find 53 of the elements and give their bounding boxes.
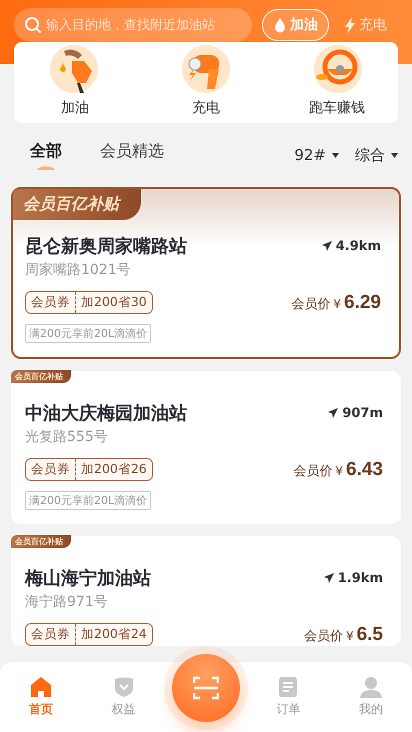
navigation-arrow-icon — [324, 573, 334, 583]
station-address: 周家嘴路1021号 — [25, 261, 132, 279]
shortcut-button[interactable]: 充电 — [151, 45, 261, 117]
coupon-tag: 会员券 加200省26 — [25, 458, 153, 481]
user-icon — [360, 676, 382, 698]
shield-icon — [112, 676, 135, 698]
station-distance: 1.9km — [338, 570, 383, 586]
station-distance: 907m — [342, 406, 383, 420]
shortcut-button[interactable]: 加油 — [20, 45, 130, 117]
station-card[interactable]: 会员百亿补贴 中油大庆梅园加油站 907m 光复路555号 会员券 加200省26 会员价 ¥6.43 满200元享前20L滴滴价 — [11, 371, 401, 524]
station-address: 海宁路971号 — [25, 593, 109, 611]
navigation-arrow-icon — [322, 241, 332, 251]
coupon-tag: 会员券 加200省30 — [25, 291, 153, 314]
coupon-tag: 会员券 加200省24 — [25, 623, 153, 646]
currency-symbol: ¥ — [333, 296, 342, 310]
filter-tab[interactable]: 会员精选 — [100, 140, 164, 170]
order-list-icon — [278, 676, 298, 698]
search-icon — [24, 16, 42, 34]
home-icon — [30, 676, 52, 698]
member-price: 6.29 — [344, 292, 381, 314]
filter-dropdown[interactable]: 综合 — [355, 146, 398, 164]
filter-dropdown[interactable]: 92# — [294, 146, 339, 164]
caret-icon — [332, 152, 339, 158]
fuel-nozzle-icon — [50, 45, 100, 93]
subsidy-badge: 会员百亿补贴 — [11, 370, 71, 383]
station-name: 梅山海宁加油站 — [25, 567, 151, 590]
steering-wheel-icon — [312, 45, 362, 93]
discount-note: 满200元享前20L滴滴价 — [25, 491, 152, 510]
scan-button[interactable] — [172, 654, 240, 722]
navigation-arrow-icon — [328, 408, 338, 418]
shortcut-button[interactable]: 跑车赚钱 — [282, 45, 392, 117]
station-name: 中油大庆梅园加油站 — [25, 402, 187, 425]
caret-icon — [391, 152, 398, 158]
charger-icon — [181, 45, 231, 93]
scan-icon — [193, 676, 219, 700]
currency-symbol: ¥ — [335, 464, 344, 478]
currency-symbol: ¥ — [346, 628, 354, 642]
member-price: 6.43 — [346, 458, 383, 480]
filter-tab[interactable]: 全部 — [30, 140, 62, 170]
bolt-icon — [344, 16, 356, 34]
station-distance: 4.9km — [336, 238, 381, 254]
price-label: 会员价 — [291, 296, 330, 312]
price-label: 会员价 — [293, 462, 332, 480]
station-name: 昆仑新奥周家嘴路站 — [25, 235, 187, 258]
station-card[interactable]: 会员百亿补贴 梅山海宁加油站 1.9km 海宁路971号 会员券 加200省24 会员价 ¥6.5 — [11, 536, 401, 646]
price-label: 会员价 — [304, 628, 343, 644]
station-card[interactable]: 会员百亿补贴 昆仑新奥周家嘴路站 4.9km 周家嘴路1021号 会员券 加200省30 会员价 ¥6.29 满200元享前20L滴滴价 — [11, 187, 401, 359]
discount-note: 满200元享前20L滴滴价 — [25, 324, 152, 343]
member-price: 6.5 — [356, 624, 383, 646]
station-address: 光复路555号 — [25, 428, 109, 446]
subsidy-badge: 会员百亿补贴 — [11, 535, 71, 548]
drop-icon — [273, 17, 287, 33]
subsidy-banner: 会员百亿补贴 — [13, 189, 141, 220]
